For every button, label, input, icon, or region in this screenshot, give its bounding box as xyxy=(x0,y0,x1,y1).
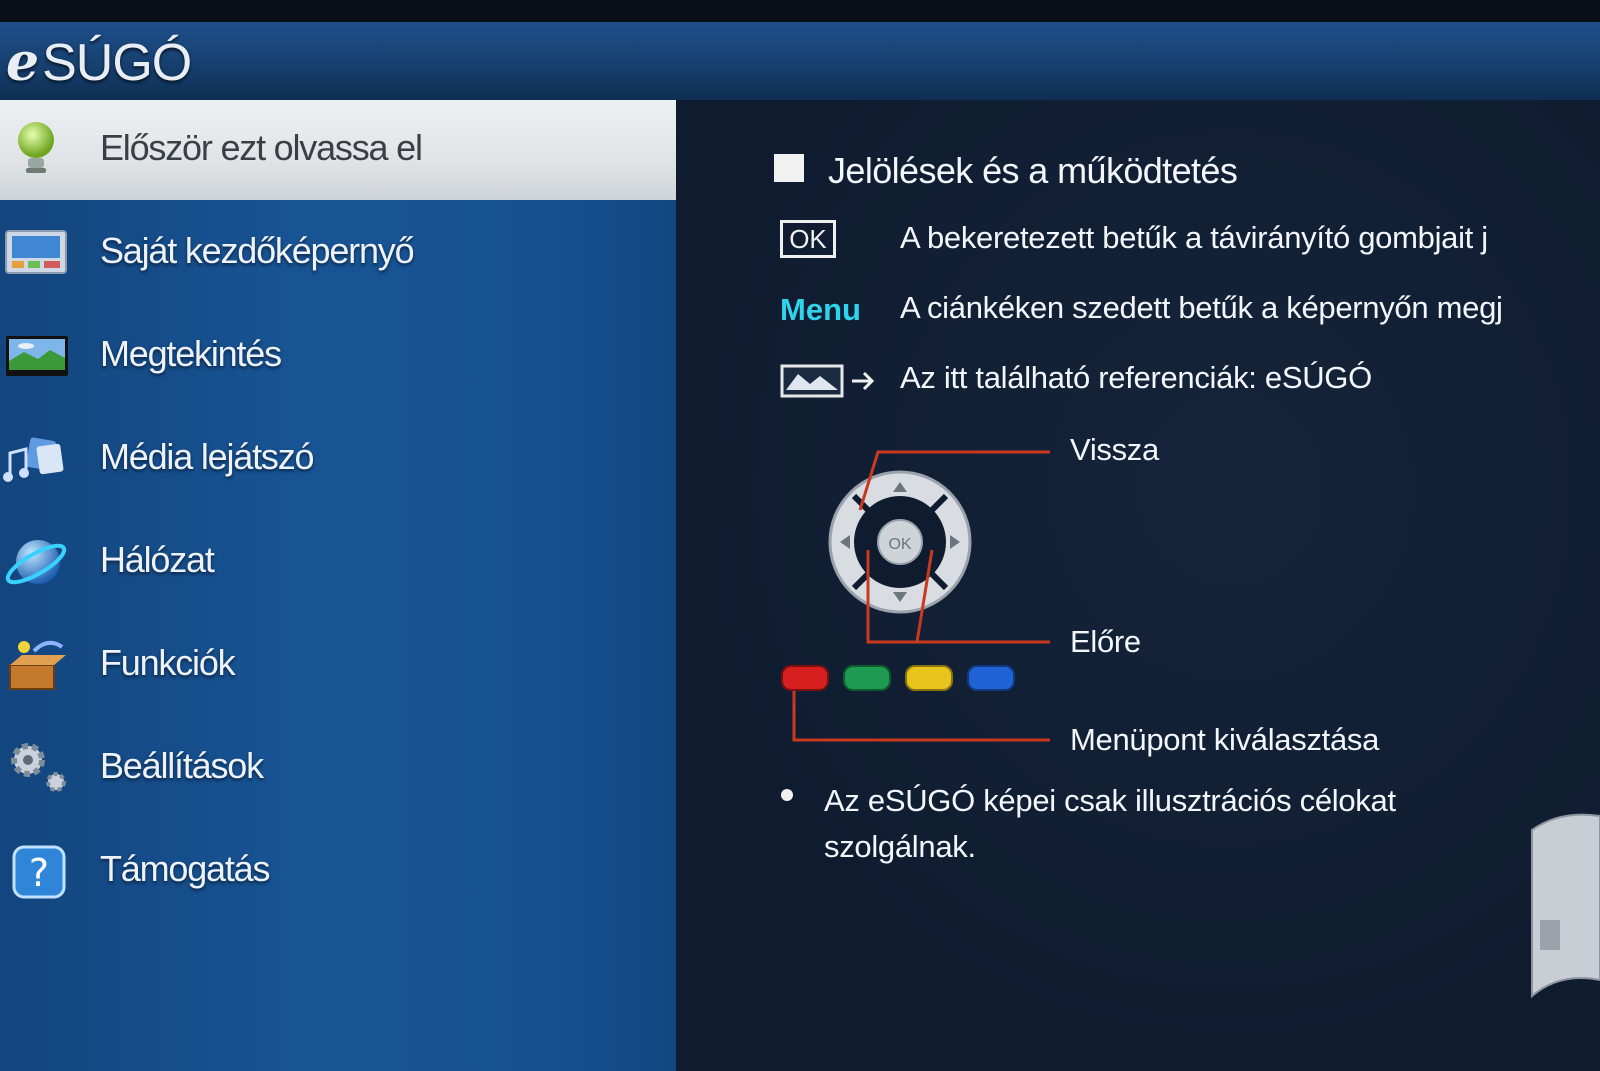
network-globe-icon xyxy=(5,540,67,585)
functions-box-icon xyxy=(9,640,66,690)
sidebar-item-settings[interactable]: Beállítások xyxy=(0,718,676,818)
color-buttons xyxy=(781,665,1015,691)
remote-dpad: OK xyxy=(828,470,972,614)
sidebar-item-label: Saját kezdőképernyő xyxy=(100,230,415,271)
dpad-ok-label: OK xyxy=(888,536,911,553)
sidebar-item-read-first[interactable]: Először ezt olvassa el xyxy=(0,100,676,200)
sidebar-item-label: Megtekintés xyxy=(100,333,282,374)
support-question-icon: ? xyxy=(12,845,66,899)
illustration-note: Az eSÚGÓ képei csak illusztrációs céloka… xyxy=(824,783,1396,864)
sidebar-item-viewing[interactable]: Megtekintés xyxy=(0,306,676,406)
reference-explanation: Az itt található referenciák: eSÚGÓ xyxy=(900,360,1372,395)
label-menu-select: Menüpont kiválasztása xyxy=(1070,722,1380,757)
blue-button xyxy=(967,665,1015,691)
ok-key-box: OK xyxy=(780,220,836,258)
info-bulb-icon xyxy=(18,122,54,173)
esugo-logo: eSÚGÓ xyxy=(6,32,192,93)
logo-prefix: e xyxy=(6,32,39,93)
book-page-icon xyxy=(1531,813,1600,999)
sidebar-item-label: Funkciók xyxy=(100,642,236,683)
sidebar-item-label: Először ezt olvassa el xyxy=(100,127,423,168)
label-forward: Előre xyxy=(1070,624,1141,659)
logo-text: SÚGÓ xyxy=(42,34,192,92)
sidebar-item-label: Média lejátszó xyxy=(100,436,315,477)
yellow-button xyxy=(905,665,953,691)
label-back: Vissza xyxy=(1070,432,1159,467)
sidebar-item-media-player[interactable]: Média lejátszó xyxy=(0,409,676,509)
menu-explanation: A ciánkéken szedett betűk a képernyőn me… xyxy=(900,290,1503,325)
sidebar-menu: Először ezt olvassa el Saját kezdőképern… xyxy=(0,100,676,1071)
section-bullet xyxy=(774,154,804,182)
sidebar-item-label: Támogatás xyxy=(100,848,270,889)
menu-keyword: Menu xyxy=(780,292,861,327)
app-header: eSÚGÓ xyxy=(0,22,1600,100)
home-screen-icon xyxy=(5,230,67,274)
media-player-icon xyxy=(3,437,64,482)
section-title: Jelölések és a működtetés xyxy=(828,150,1238,191)
sidebar-item-my-home-screen[interactable]: Saját kezdőképernyő xyxy=(0,203,676,303)
sidebar-item-network[interactable]: Hálózat xyxy=(0,512,676,612)
note-bullet xyxy=(781,789,793,801)
tv-landscape-icon xyxy=(6,336,68,376)
top-bezel xyxy=(0,0,1600,22)
sidebar-item-functions[interactable]: Funkciók xyxy=(0,615,676,715)
sidebar-item-label: Beállítások xyxy=(100,745,264,786)
svg-text:?: ? xyxy=(29,851,49,895)
green-button xyxy=(843,665,891,691)
settings-gear-icon xyxy=(11,743,66,792)
esugo-reference-icon xyxy=(780,364,875,398)
red-button xyxy=(781,665,829,691)
remote-control-diagram: OK xyxy=(781,450,1050,742)
sidebar-item-label: Hálózat xyxy=(100,539,215,580)
ok-explanation: A bekeretezett betűk a távirányító gombj… xyxy=(900,220,1488,255)
sidebar-item-support[interactable]: ? Támogatás xyxy=(0,821,676,921)
